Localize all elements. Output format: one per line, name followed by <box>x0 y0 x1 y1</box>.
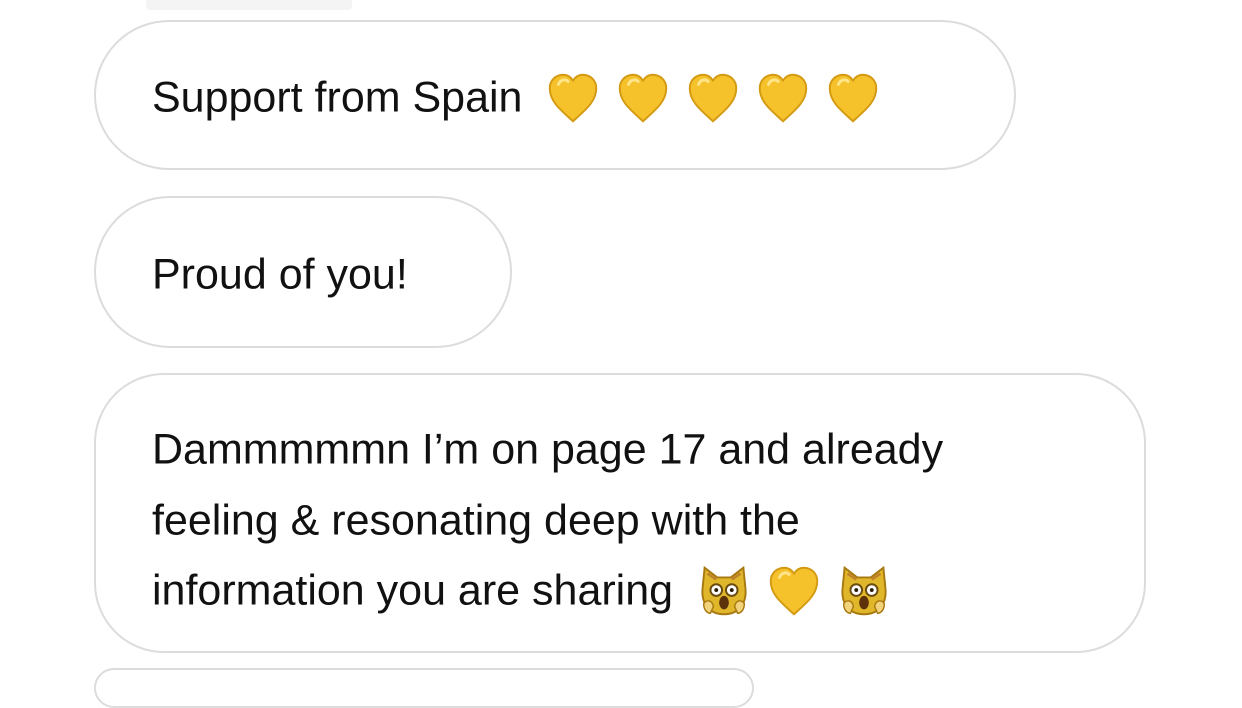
message-line: Support from Spain <box>152 61 1014 132</box>
yellow-heart-icon <box>612 67 674 129</box>
message-line: information you are sharing <box>152 554 1088 625</box>
message-line: Dammmmmn I’m on page 17 and already <box>152 413 1088 484</box>
message-text: feeling & resonating deep with the <box>152 496 800 545</box>
message-line: feeling & resonating deep with the <box>152 484 1088 555</box>
message-bubble-proud-of-you[interactable]: Proud of you! <box>94 196 512 348</box>
message-text: information you are sharing <box>152 566 674 615</box>
yellow-heart-icon <box>752 67 814 129</box>
message-text: Support from Spain <box>152 73 523 122</box>
message-line: Proud of you! <box>152 238 510 309</box>
message-text: Proud of you! <box>152 250 408 299</box>
next-message-fragment <box>94 668 754 708</box>
yellow-heart-icon <box>542 67 604 129</box>
emoji-group <box>693 560 895 622</box>
scream-cat-icon <box>833 560 895 622</box>
yellow-heart-icon <box>682 67 744 129</box>
scream-cat-icon <box>693 560 755 622</box>
message-text: Dammmmmn I’m on page 17 and already <box>152 425 944 474</box>
previous-message-fragment <box>146 0 352 10</box>
message-bubble-page-17[interactable]: Dammmmmn I’m on page 17 and already feel… <box>94 373 1146 653</box>
emoji-group <box>542 67 884 129</box>
yellow-heart-icon <box>822 67 884 129</box>
yellow-heart-icon <box>763 560 825 622</box>
message-bubble-support-from-spain[interactable]: Support from Spain <box>94 20 1016 170</box>
